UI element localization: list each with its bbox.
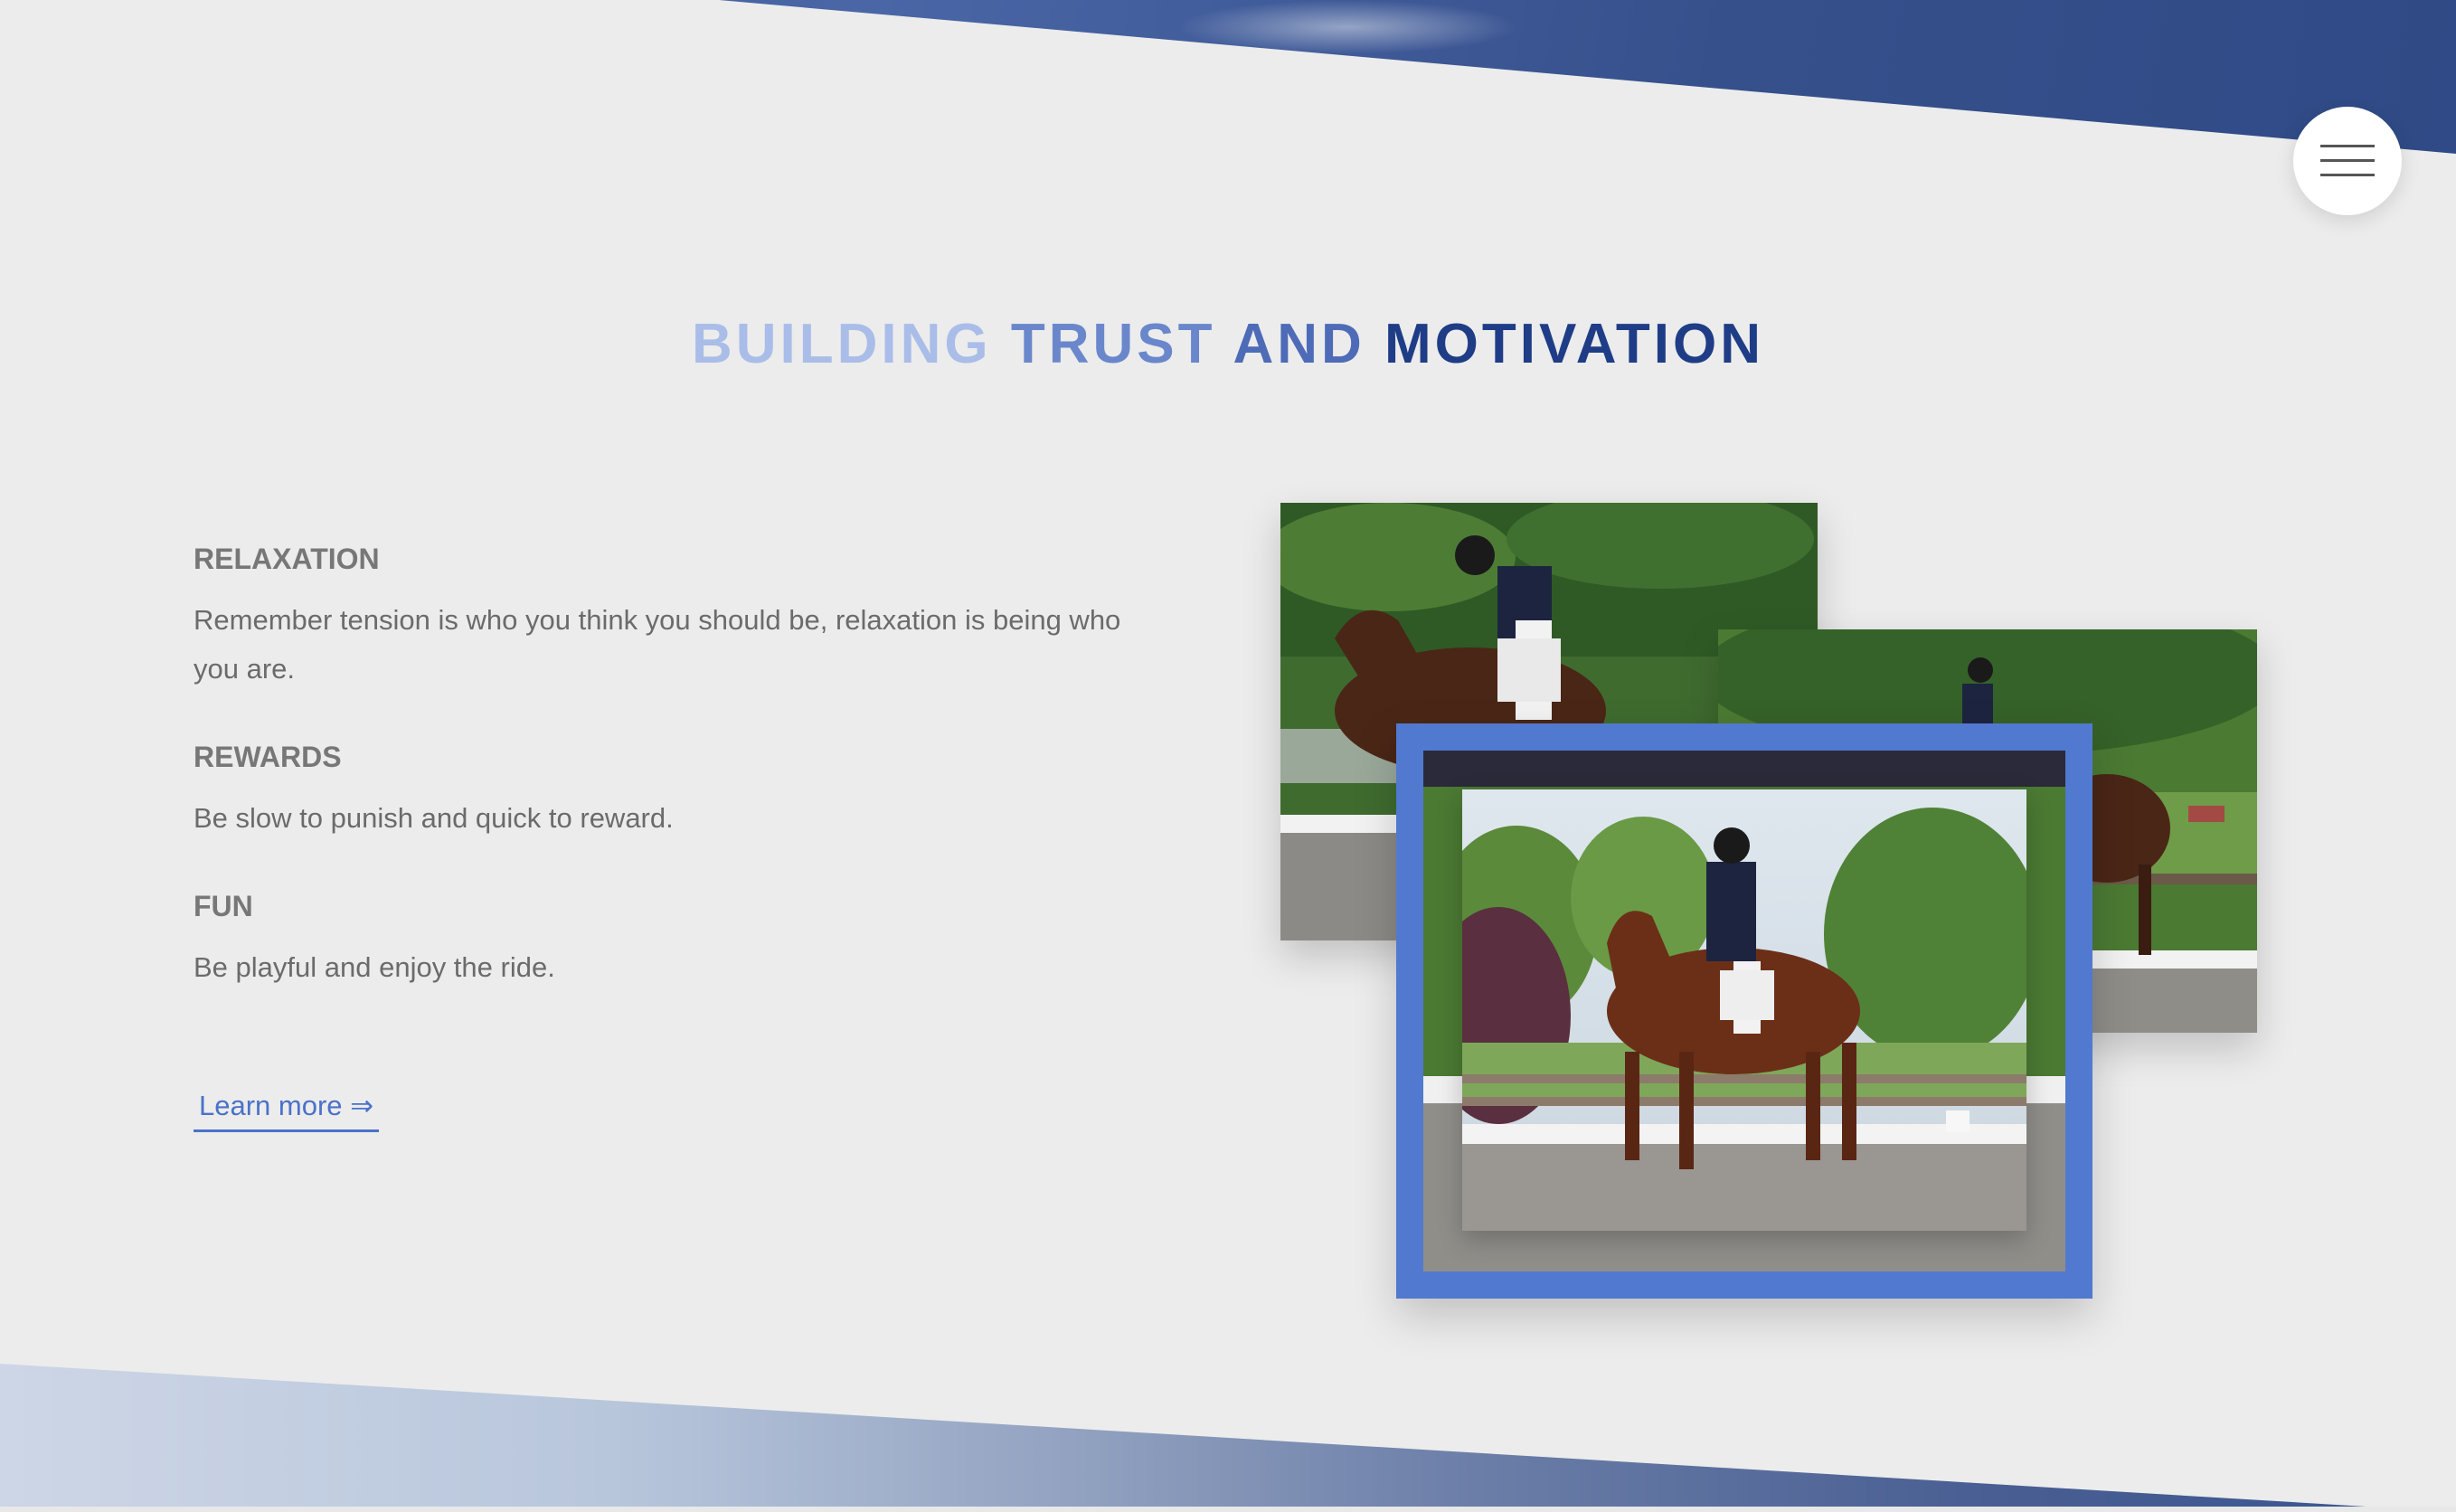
hamburger-icon xyxy=(2320,145,2375,177)
feature-heading: RELAXATION xyxy=(194,543,380,575)
feature-text: Be playful and enjoy the ride. xyxy=(194,951,555,983)
learn-more-link[interactable]: Learn more ⇒ xyxy=(194,1090,380,1132)
feature-text: Remember tension is who you think you sh… xyxy=(194,604,1121,685)
page-divider xyxy=(0,1507,2456,1512)
menu-button[interactable] xyxy=(2293,107,2402,215)
feature-text: Be slow to punish and quick to reward. xyxy=(194,802,674,834)
bottom-banner-image xyxy=(0,1364,2456,1512)
top-banner-image xyxy=(719,0,2456,154)
features-list: RELAXATION Remember tension is who you t… xyxy=(194,543,1152,1039)
feature-heading: FUN xyxy=(194,890,253,922)
title-word: MOTIVATION xyxy=(1384,313,1765,375)
feature-heading: REWARDS xyxy=(194,741,342,773)
page-title: BUILDING TRUST AND MOTIVATION xyxy=(0,312,2456,376)
feature-rewards: REWARDS Be slow to punish and quick to r… xyxy=(194,741,1152,843)
title-word: AND xyxy=(1233,313,1365,375)
feature-fun: FUN Be playful and enjoy the ride. xyxy=(194,890,1152,992)
title-word: TRUST xyxy=(1010,313,1216,375)
title-word: BUILDING xyxy=(691,313,992,375)
feature-relaxation: RELAXATION Remember tension is who you t… xyxy=(194,543,1152,694)
dressage-photo-main xyxy=(1462,789,2026,1231)
